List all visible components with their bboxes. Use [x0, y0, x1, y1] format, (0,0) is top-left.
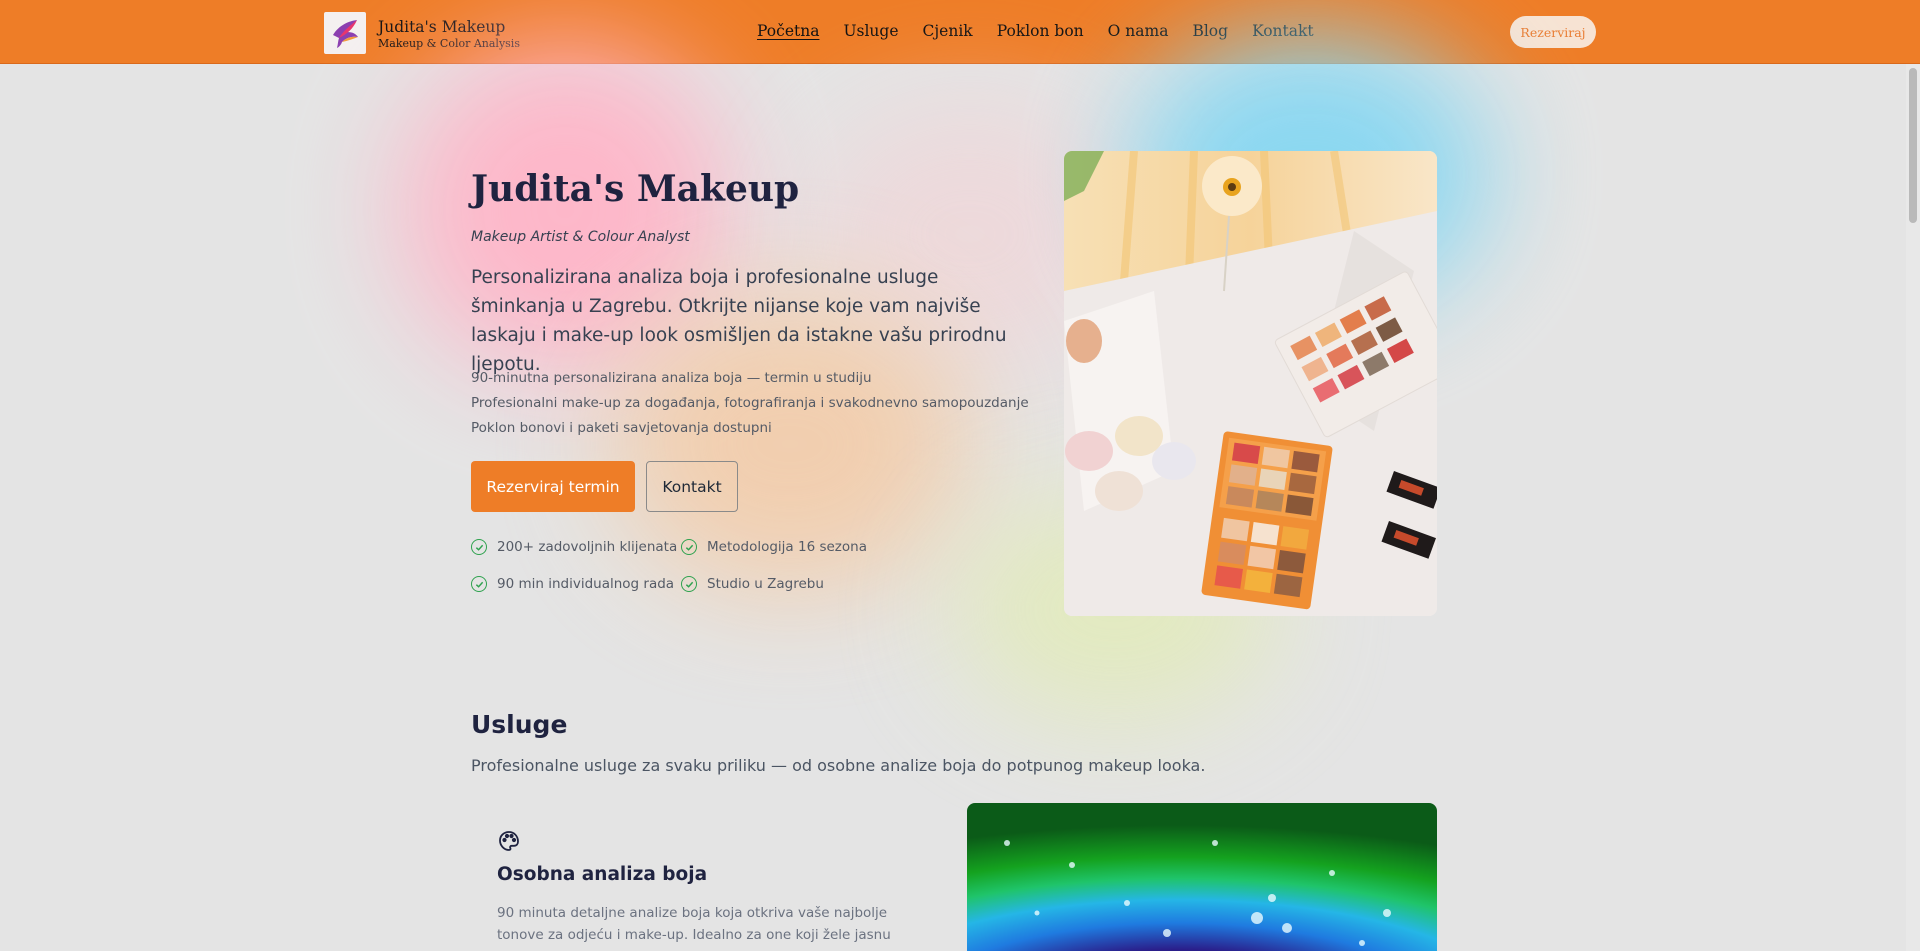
service-card-title: Osobna analiza boja: [497, 864, 708, 885]
feature-item: Metodologija 16 sezona: [681, 539, 867, 555]
check-icon: [471, 539, 487, 555]
feature-label: Metodologija 16 sezona: [707, 539, 867, 555]
check-icon: [681, 539, 697, 555]
hero-bullet: Profesionalni make-up za događanja, foto…: [471, 395, 1029, 411]
nav-cjenik[interactable]: Cjenik: [923, 22, 973, 40]
brand-title: Judita's Makeup: [378, 17, 506, 36]
contact-button[interactable]: Kontakt: [646, 461, 738, 512]
header-reserve-button[interactable]: Rezerviraj: [1510, 16, 1596, 48]
services-heading: Usluge: [471, 710, 568, 739]
feature-label: Studio u Zagrebu: [707, 576, 824, 592]
services-subtitle: Profesionalne usluge za svaku priliku — …: [471, 756, 1206, 775]
nav-poklon-bon[interactable]: Poklon bon: [997, 22, 1084, 40]
bird-logo-icon: [333, 20, 358, 48]
scrollbar-thumb[interactable]: [1909, 68, 1917, 223]
feature-item: 200+ zadovoljnih klijenata: [471, 539, 677, 555]
nav-usluge[interactable]: Usluge: [843, 22, 898, 40]
hero-bullet: Poklon bonovi i paketi savjetovanja dost…: [471, 420, 772, 436]
hero-description: Personalizirana analiza boja i profesion…: [471, 267, 1007, 375]
feature-item: Studio u Zagrebu: [681, 576, 824, 592]
book-appointment-button[interactable]: Rezerviraj termin: [471, 461, 635, 512]
brand[interactable]: Judita's Makeup Makeup & Color Analysis: [324, 12, 520, 54]
check-icon: [681, 576, 697, 592]
nav-kontakt[interactable]: Kontakt: [1252, 22, 1314, 40]
palette-icon: [497, 829, 521, 853]
service-card-description: 90 minuta detaljne analize boja koja otk…: [497, 905, 891, 951]
nav-o-nama[interactable]: O nama: [1108, 22, 1169, 40]
feature-item: 90 min individualnog rada: [471, 576, 674, 592]
hero-makeup-image: [1064, 151, 1437, 616]
hero-title: Judita's Makeup: [471, 168, 800, 210]
nav-blog[interactable]: Blog: [1192, 22, 1228, 40]
feature-label: 90 min individualnog rada: [497, 576, 675, 592]
page-scrollbar[interactable]: [1906, 64, 1920, 951]
nav-pocetna[interactable]: Početna: [757, 22, 819, 40]
hero-bullet-list: 90-minutna personalizirana analiza boja …: [471, 366, 1029, 441]
feature-label: 200+ zadovoljnih klijenata: [497, 539, 678, 555]
hero-subtitle: Makeup Artist & Colour Analyst: [471, 229, 690, 245]
main-nav: Početna Usluge Cjenik Poklon bon O nama …: [757, 22, 1338, 40]
site-header: Judita's Makeup Makeup & Color Analysis …: [0, 0, 1920, 64]
check-icon: [471, 576, 487, 592]
logo: [324, 12, 366, 54]
service-card-image: [967, 803, 1437, 951]
hero-bullet: 90-minutna personalizirana analiza boja …: [471, 370, 872, 386]
brand-subtitle: Makeup & Color Analysis: [378, 36, 520, 50]
